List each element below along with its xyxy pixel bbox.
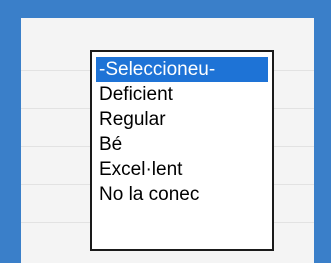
option-deficient[interactable]: Deficient bbox=[96, 82, 268, 107]
option-be[interactable]: Bé bbox=[96, 132, 268, 157]
window-frame: -Seleccioneu- Deficient Regular Bé Excel… bbox=[0, 0, 331, 263]
option-regular[interactable]: Regular bbox=[96, 107, 268, 132]
option-seleccioneu[interactable]: -Seleccioneu- bbox=[96, 57, 268, 82]
option-excellent[interactable]: Excel·lent bbox=[96, 157, 268, 182]
option-no-la-conec[interactable]: No la conec bbox=[96, 182, 268, 207]
rating-select-dropdown[interactable]: -Seleccioneu- Deficient Regular Bé Excel… bbox=[90, 50, 274, 251]
